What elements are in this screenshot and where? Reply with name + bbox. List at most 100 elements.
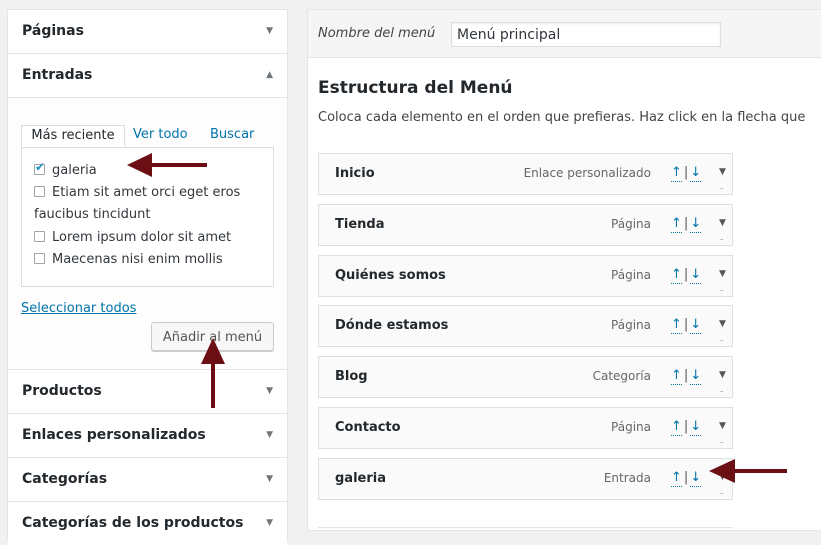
menu-item-move-controls: ↑ | ↓ <box>671 215 702 233</box>
menu-item-type: Página <box>611 420 651 434</box>
menu-item[interactable]: galeria Entrada ↑ | ↓ ▼ – <box>318 458 733 500</box>
move-up-icon[interactable]: ↑ <box>671 418 682 436</box>
menu-item-title: Quiénes somos <box>335 268 446 283</box>
accordion-section-custom-links: Enlaces personalizados ▼ <box>8 414 287 458</box>
caret-down-icon: ▼ <box>266 430 273 440</box>
truncated-mark: – <box>720 387 724 395</box>
menu-item[interactable]: Dónde estamos Página ↑ | ↓ ▼ – <box>318 305 733 347</box>
menu-item[interactable]: Quiénes somos Página ↑ | ↓ ▼ – <box>318 255 733 297</box>
tab-most-recent[interactable]: Más reciente <box>21 125 125 147</box>
truncated-mark: – <box>720 336 724 344</box>
menu-item-move-controls: ↑ | ↓ <box>671 316 702 334</box>
menu-item-type: Página <box>611 318 651 332</box>
structure-description: Coloca cada elemento en el orden que pre… <box>318 110 806 125</box>
move-up-icon[interactable]: ↑ <box>671 469 682 487</box>
move-down-icon[interactable]: ↓ <box>690 164 702 182</box>
move-down-icon[interactable]: ↓ <box>690 266 702 284</box>
post-label: Etiam sit amet orci eget eros faucibus t… <box>34 185 241 222</box>
list-item[interactable]: Maecenas nisi enim mollis <box>34 249 270 271</box>
page-title: Estructura del Menú <box>318 78 513 98</box>
accordion-title-label: Enlaces personalizados <box>22 427 206 443</box>
posts-panel: Más reciente Ver todo Buscar ✔ galeria Et… <box>8 97 287 369</box>
accordion-section-pages: Páginas ▼ <box>8 10 287 54</box>
caret-down-icon[interactable]: ▼ <box>719 370 726 380</box>
menu-item-type: Enlace personalizado <box>523 166 651 180</box>
move-down-icon[interactable]: ↓ <box>690 418 702 436</box>
caret-down-icon[interactable]: ▼ <box>719 421 726 431</box>
accordion-section-products: Productos ▼ <box>8 370 287 414</box>
accordion-section-categories: Categorías ▼ <box>8 458 287 502</box>
menu-item-title: Blog <box>335 369 368 384</box>
menu-item-title: Inicio <box>335 166 375 181</box>
menu-item-type: Página <box>611 217 651 231</box>
menu-item[interactable]: Inicio Enlace personalizado ↑ | ↓ ▼ – <box>318 153 733 195</box>
truncated-mark: – <box>720 184 724 192</box>
caret-down-icon: ▼ <box>266 386 273 396</box>
checkbox[interactable] <box>34 253 45 264</box>
posts-checklist: ✔ galeria Etiam sit amet orci eget eros f… <box>21 147 274 287</box>
list-item[interactable]: Lorem ipsum dolor sit amet <box>34 227 270 249</box>
post-label: galeria <box>52 163 97 178</box>
add-to-menu-button[interactable]: Añadir al menú <box>151 322 274 351</box>
truncated-mark: – <box>720 438 724 446</box>
move-up-icon[interactable]: ↑ <box>671 367 682 385</box>
caret-down-icon[interactable]: ▼ <box>719 472 726 482</box>
accordion-title-posts[interactable]: Entradas ▲ <box>8 54 287 97</box>
move-down-icon[interactable]: ↓ <box>690 215 702 233</box>
move-up-icon[interactable]: ↑ <box>671 316 682 334</box>
accordion-title-products[interactable]: Productos ▼ <box>8 370 287 413</box>
caret-up-icon: ▲ <box>266 70 273 80</box>
menu-item-title: galeria <box>335 471 386 486</box>
menu-item[interactable]: Blog Categoría ↑ | ↓ ▼ – <box>318 356 733 398</box>
caret-down-icon: ▼ <box>266 26 273 36</box>
menu-item-type: Entrada <box>603 471 651 485</box>
menu-item-move-controls: ↑ | ↓ <box>671 266 702 284</box>
accordion-title-pages[interactable]: Páginas ▼ <box>8 10 287 53</box>
menu-name-label: Nombre del menú <box>318 26 436 41</box>
caret-down-icon: ▼ <box>266 518 273 528</box>
accordion-title-label: Categorías de los productos <box>22 515 244 531</box>
separator: | <box>683 216 689 231</box>
select-all-link[interactable]: Seleccionar todos <box>21 301 136 316</box>
accordion-title-categories[interactable]: Categorías ▼ <box>8 458 287 501</box>
checkbox[interactable] <box>34 186 45 197</box>
separator: | <box>683 419 689 434</box>
move-down-icon[interactable]: ↓ <box>690 469 702 487</box>
caret-down-icon[interactable]: ▼ <box>719 218 726 228</box>
move-down-icon[interactable]: ↓ <box>690 316 702 334</box>
menu-name-input[interactable] <box>451 22 721 47</box>
truncated-mark: – <box>720 286 724 294</box>
post-label: Maecenas nisi enim mollis <box>52 252 223 267</box>
menu-item-type: Página <box>611 268 651 282</box>
checkbox[interactable]: ✔ <box>34 160 45 175</box>
divider <box>318 527 733 528</box>
accordion-section-product-categories: Categorías de los productos ▼ <box>8 502 287 545</box>
menu-management: Nombre del menú Estructura del Menú Colo… <box>307 9 821 531</box>
menu-item-move-controls: ↑ | ↓ <box>671 367 702 385</box>
list-item[interactable]: ✔ galeria <box>34 160 270 182</box>
list-item[interactable]: Etiam sit amet orci eget eros faucibus t… <box>34 182 270 226</box>
checkbox[interactable] <box>34 231 45 242</box>
caret-down-icon[interactable]: ▼ <box>719 319 726 329</box>
tab-view-all[interactable]: Ver todo <box>133 125 188 147</box>
menu-item-title: Tienda <box>335 217 385 232</box>
truncated-mark: – <box>720 235 724 243</box>
caret-down-icon: ▼ <box>266 474 273 484</box>
move-up-icon[interactable]: ↑ <box>671 266 682 284</box>
tab-search[interactable]: Buscar <box>210 125 254 147</box>
caret-down-icon[interactable]: ▼ <box>719 269 726 279</box>
move-up-icon[interactable]: ↑ <box>671 215 682 233</box>
menu-name-bar: Nombre del menú <box>308 10 821 58</box>
caret-down-icon[interactable]: ▼ <box>719 167 726 177</box>
separator: | <box>683 368 689 383</box>
truncated-mark: – <box>720 489 724 497</box>
menu-item[interactable]: Contacto Página ↑ | ↓ ▼ – <box>318 407 733 449</box>
menu-item-title: Contacto <box>335 420 401 435</box>
move-down-icon[interactable]: ↓ <box>690 367 702 385</box>
separator: | <box>683 317 689 332</box>
accordion-title-product-categories[interactable]: Categorías de los productos ▼ <box>8 502 287 545</box>
accordion-title-custom-links[interactable]: Enlaces personalizados ▼ <box>8 414 287 457</box>
move-up-icon[interactable]: ↑ <box>671 164 682 182</box>
menu-item[interactable]: Tienda Página ↑ | ↓ ▼ – <box>318 204 733 246</box>
menu-item-type: Categoría <box>592 369 651 383</box>
